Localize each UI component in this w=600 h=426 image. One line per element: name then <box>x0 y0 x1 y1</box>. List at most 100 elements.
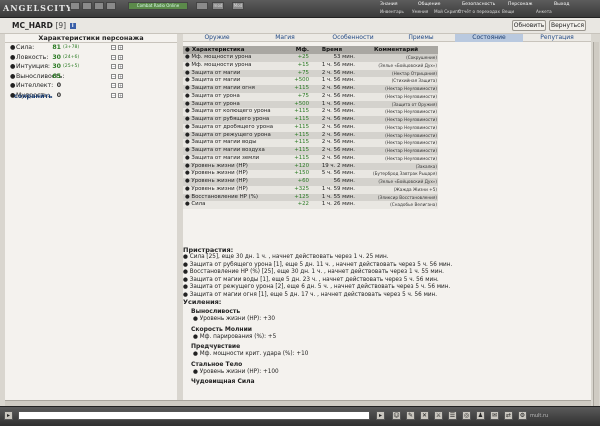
bullet-icon: ● <box>10 53 16 61</box>
refresh-button[interactable]: Обновить <box>512 20 546 31</box>
trade-icon[interactable]: ⇄ <box>504 411 513 420</box>
effect-comment: (Закалка) <box>415 163 437 169</box>
map-icon[interactable]: ◎ <box>462 411 471 420</box>
topnav-0[interactable]: Знания <box>380 2 398 8</box>
info-icon[interactable]: i <box>69 23 76 29</box>
tab-3[interactable]: Приемы <box>387 34 455 42</box>
top-nav: Знания Общение Безопасность Персонаж Выход Ин… <box>378 0 600 18</box>
boosts-title: Усиления: <box>183 298 222 306</box>
effect-mf: +15 <box>297 61 309 68</box>
top-button-2[interactable] <box>94 2 104 10</box>
minus-icon[interactable]: − <box>111 54 116 60</box>
stat-value: 30 <box>52 53 61 61</box>
minus-icon[interactable]: − <box>111 64 116 69</box>
plus-icon[interactable]: + <box>118 45 123 50</box>
tab-2[interactable]: Особенности <box>319 34 387 42</box>
topnav-sub-2[interactable]: Мой Скрипт <box>434 9 460 15</box>
plus-icon[interactable]: + <box>118 92 123 98</box>
effect-mf: +115 <box>294 108 309 115</box>
effect-comment: (Нектар Неуязвимости) <box>385 86 437 91</box>
chat-toggle-icon[interactable]: ▸ <box>4 411 13 420</box>
effect-name: ● Защита от урона <box>185 92 240 99</box>
settings-icon[interactable]: ⚙ <box>518 411 527 420</box>
tab-0[interactable]: Оружие <box>183 34 251 42</box>
stat-bonus: (25+5) <box>63 64 80 69</box>
topnav-sub-1[interactable]: Умения <box>412 9 428 15</box>
effect-mf: +25 <box>297 54 309 60</box>
topnav-sub-3[interactable]: Отчёт о переходах <box>458 9 500 15</box>
tab-bar: Оружие Магия Особенности Приемы Состояние Реп… <box>183 34 591 42</box>
top-button-4[interactable]: Combat Radio Online <box>128 2 188 10</box>
table-row: ● Уровень жизни (HP) +325 1 ч. 59 мин. (Жаж… <box>183 185 438 194</box>
effect-time: 2 ч. 56 мин. <box>321 92 355 99</box>
vertical-scrollbar[interactable] <box>593 42 599 406</box>
minus-icon[interactable]: − <box>111 92 116 98</box>
stat-bonus: (3+78) <box>63 45 80 50</box>
effect-name: ● Защита от магии земли <box>185 154 260 161</box>
effect-name: ● Защита от рубящего урона <box>185 116 270 122</box>
effect-comment: (Нектар Неуязвимости) <box>385 109 437 115</box>
effect-time: 1 ч. 56 мин. <box>321 77 355 84</box>
tab-4[interactable]: Состояние <box>455 34 523 42</box>
plus-icon[interactable]: + <box>118 64 123 69</box>
boost-group: Предчувствие ● Мф. мощности крит. удара (… <box>183 343 591 359</box>
smile-icon[interactable]: ☺ <box>392 411 401 420</box>
effect-comment: (Нектар Неуязвимости) <box>385 117 437 122</box>
top-button-7[interactable]: Mod <box>232 2 244 10</box>
chat-input[interactable] <box>18 411 370 420</box>
topnav-1[interactable]: Общение <box>418 2 440 8</box>
boost-group: Выносливость ● Уровень жизни (HP): +30 <box>183 308 591 324</box>
top-button-0[interactable] <box>70 2 80 10</box>
table-row: ● Защита от режущего урона +115 2 ч. 56 ми… <box>183 131 438 140</box>
effect-mf: +325 <box>294 185 309 192</box>
effect-time: 1 ч. 59 мин. <box>321 185 355 192</box>
clear-icon[interactable]: ✕ <box>420 411 429 420</box>
send-icon[interactable]: ▸ <box>376 411 385 420</box>
top-button-1[interactable] <box>82 2 92 10</box>
stat-value: 0 <box>56 82 61 89</box>
fight-icon[interactable]: ⚔ <box>434 411 443 420</box>
save-link[interactable]: сохранить <box>14 92 52 100</box>
boost-group-title: Выносливость <box>191 308 241 315</box>
top-bar: ANGELSCITY Combat Radio Online mod Mod Зна… <box>0 0 600 18</box>
minus-icon[interactable]: − <box>111 45 116 50</box>
plus-icon[interactable]: + <box>118 83 123 88</box>
topnav-sub-4[interactable]: Вещи <box>502 9 514 15</box>
filter-icon[interactable]: ✎ <box>406 411 415 420</box>
topnav-2[interactable]: Безопасность <box>462 2 495 8</box>
mail-icon[interactable]: ✉ <box>490 411 499 420</box>
tab-5[interactable]: Репутация <box>523 34 591 42</box>
inventory-icon[interactable]: ☰ <box>448 411 457 420</box>
character-name[interactable]: MC_HARD <box>12 21 53 30</box>
effect-comment: (Сокрушение) <box>406 55 437 60</box>
minus-icon[interactable]: − <box>111 83 116 88</box>
table-row: ● Мф. мощности урона +15 1 ч. 56 мин. (Зель… <box>183 61 438 70</box>
header-comment: Комментарий <box>373 47 419 53</box>
effect-time: 2 ч. 56 мин. <box>321 131 355 138</box>
effect-name: ● Уровень жизни (HP) <box>185 178 248 184</box>
effect-name: ● Защита от магии <box>185 77 241 84</box>
addictions-title: Пристрастия: <box>183 246 234 254</box>
boost-item: ● Мф. мощности крит. удара (%): +10 <box>193 351 309 358</box>
tab-1[interactable]: Магия <box>251 34 319 42</box>
effect-comment: (Стихийная Защита) <box>391 78 437 84</box>
table-row: ● Защита от магии воды +115 2 ч. 56 мин. (Н… <box>183 139 438 147</box>
boost-group-title: Стальное Тело <box>191 360 243 368</box>
top-button-6[interactable]: mod <box>212 2 224 10</box>
back-button[interactable]: Вернуться <box>549 20 586 31</box>
minus-icon[interactable]: − <box>111 73 116 79</box>
table-row: ● Защита от урона +500 1 ч. 56 мин. (Защита… <box>183 100 438 109</box>
topnav-sub-5[interactable]: Анкета <box>536 9 552 15</box>
effect-time: 53 мин. <box>333 54 355 60</box>
topnav-3[interactable]: Персонаж <box>508 2 533 8</box>
effect-mf: +115 <box>294 139 309 146</box>
top-button-3[interactable] <box>106 2 116 10</box>
topnav-4[interactable]: Выход <box>554 2 569 8</box>
top-button-5[interactable] <box>196 2 208 10</box>
plus-icon[interactable]: + <box>118 54 123 60</box>
people-icon[interactable]: ♟ <box>476 411 485 420</box>
topnav-sub-0[interactable]: Инвентарь <box>380 9 404 15</box>
plus-icon[interactable]: + <box>118 73 123 79</box>
stat-value: 65 <box>52 72 61 80</box>
character-level: [9] <box>55 21 67 30</box>
